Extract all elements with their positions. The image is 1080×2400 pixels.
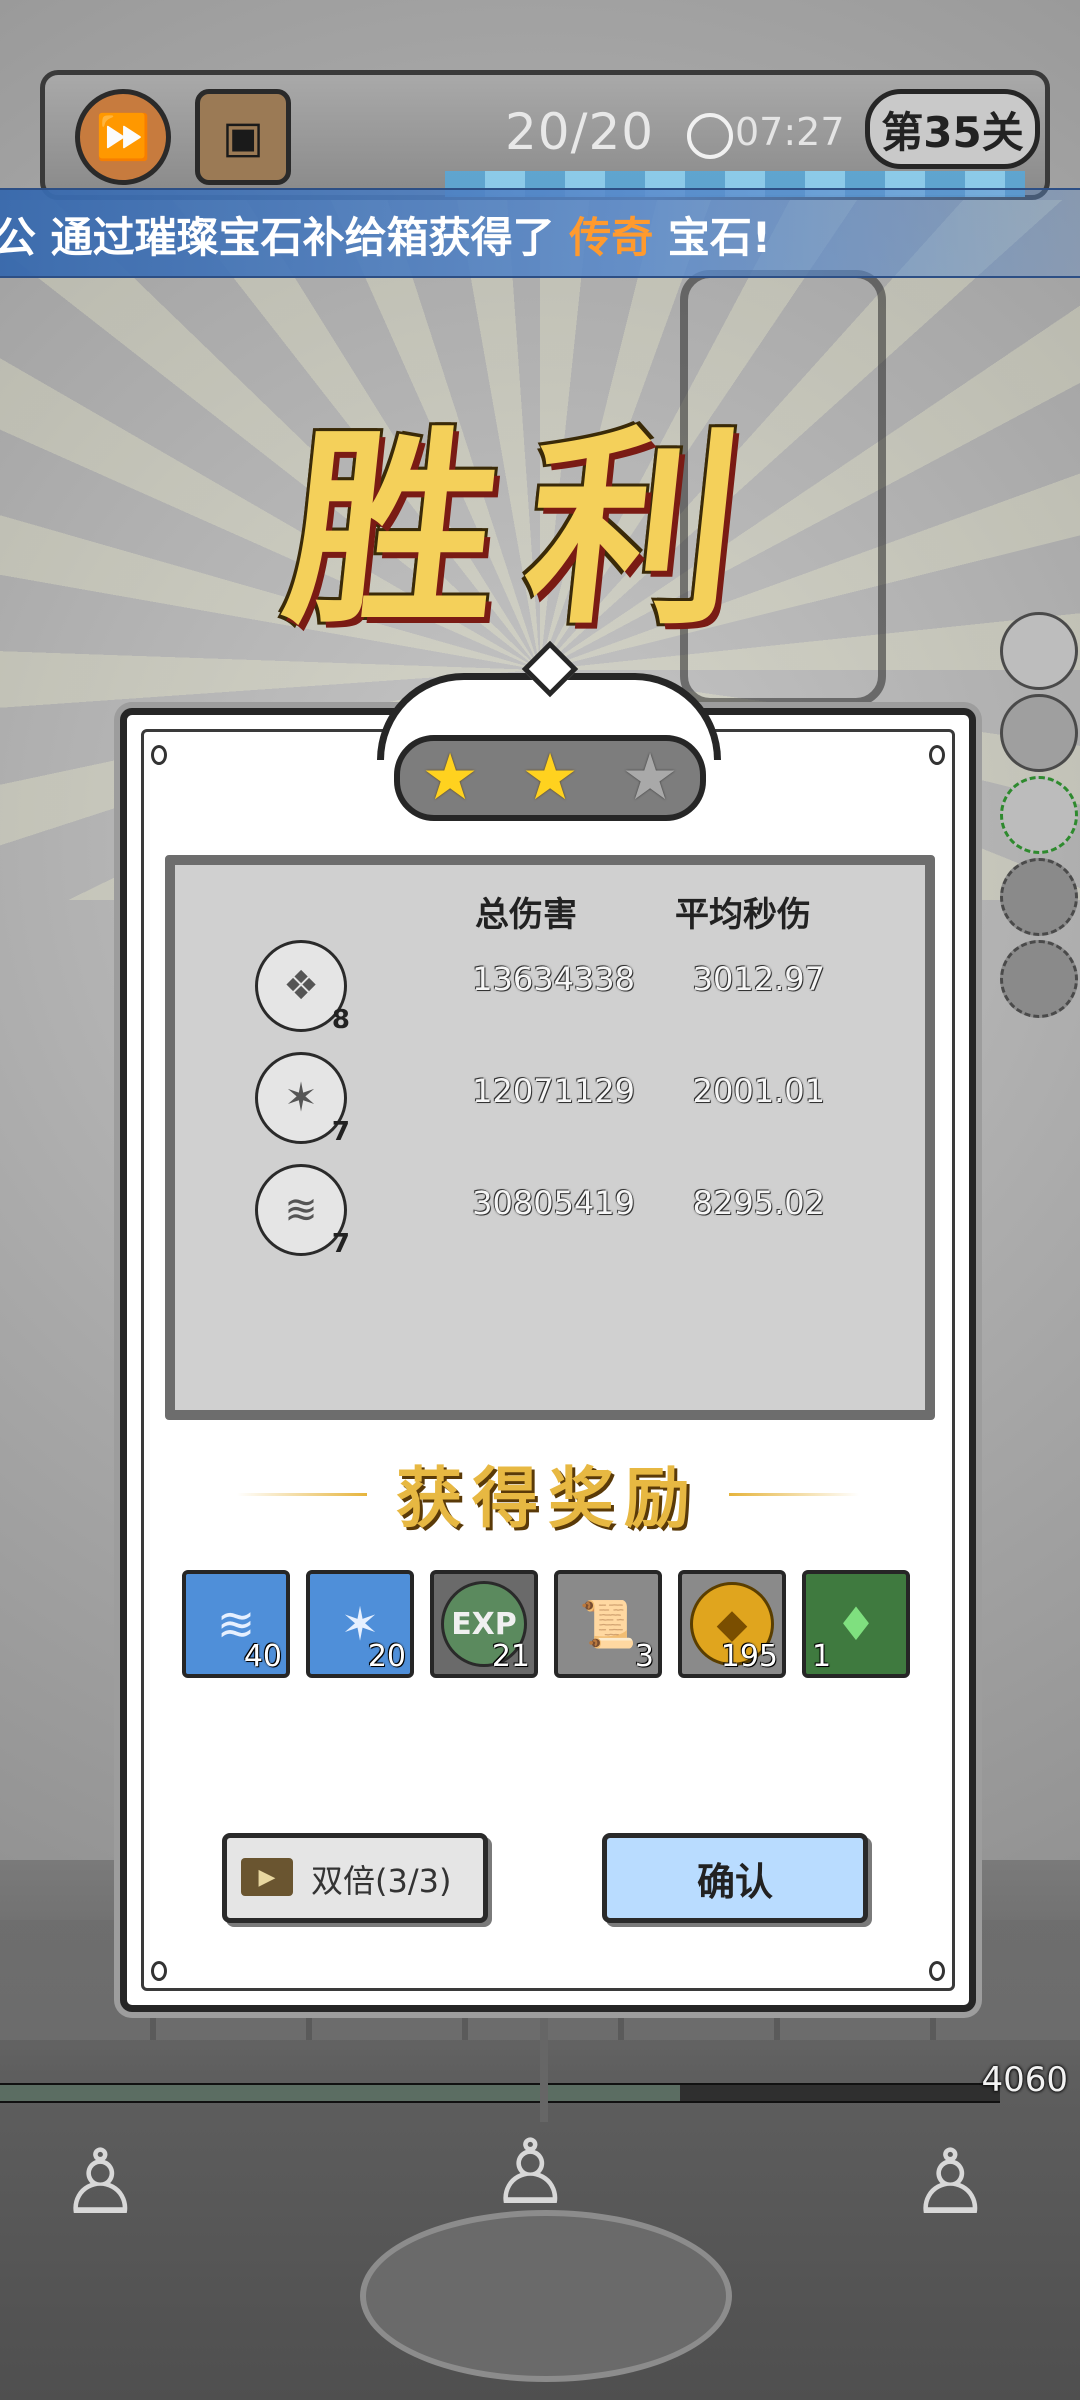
level-badge: 第35关 (865, 89, 1040, 169)
reward-item[interactable]: ◆ 195 (678, 1570, 786, 1678)
banner-suffix: 宝石! (653, 213, 772, 262)
damage-stats: 总伤害 平均秒伤 ❖ 8 13634338 3012.97 ✶ 7 12071129… (165, 855, 935, 1420)
total-damage: 13634338 (472, 960, 635, 998)
enemy-hp-fill (0, 2085, 680, 2101)
star-filled-icon: ★ (421, 741, 479, 815)
avg-dps: 8295.02 (692, 1184, 825, 1222)
column-avg-dps: 平均秒伤 (675, 895, 811, 935)
reward-item[interactable]: EXP 21 (430, 1570, 538, 1678)
double-reward-button[interactable]: ▶ 双倍(3/3) (222, 1833, 488, 1923)
banner-highlight: 传奇 (569, 213, 654, 262)
side-skill-slot-2[interactable] (1000, 694, 1078, 772)
rivet (929, 1961, 945, 1981)
tornado-icon: ≋ 7 (255, 1164, 350, 1259)
rivet (151, 1961, 167, 1981)
wizard-figure-right: ♙ (910, 2130, 991, 2235)
victory-title: 胜利 (275, 406, 782, 653)
total-damage: 30805419 (472, 1184, 635, 1222)
star-filled-icon: ★ (521, 741, 579, 815)
banner-prefix: 公 通过璀璨宝石补给箱获得了 (0, 213, 570, 262)
fast-forward-icon: ⏩ (95, 112, 151, 163)
avg-dps: 3012.97 (692, 960, 825, 998)
reward-count: 1 (812, 1639, 832, 1674)
enemy-hp-bar (0, 2083, 1000, 2103)
result-panel: ★ ★ ★ 总伤害 平均秒伤 ❖ 8 13634338 3012.97 ✶ 7 1207… (120, 640, 976, 2012)
announcement-banner: 公 通过璀璨宝石补给箱获得了 传奇 宝石! (0, 188, 1080, 278)
reward-count: 195 (720, 1639, 778, 1674)
wave-counter: 20/20 (505, 103, 655, 161)
clock-icon (687, 113, 733, 159)
well (360, 2210, 732, 2382)
stat-row: ❖ 8 13634338 3012.97 (175, 940, 925, 1040)
confirm-button[interactable]: 确认 (602, 1833, 868, 1923)
reward-count: 20 (367, 1639, 406, 1674)
total-damage: 12071129 (472, 1072, 635, 1110)
skill-level: 7 (331, 1229, 350, 1259)
reward-item[interactable]: ✶ 20 (306, 1570, 414, 1678)
star-empty-icon: ★ (621, 741, 679, 815)
chest-icon: ▣ (222, 111, 264, 163)
video-icon: ▶ (241, 1858, 293, 1896)
timer: 07:27 (735, 110, 845, 154)
scroll-icon: 📜 (579, 1596, 637, 1651)
side-skill-slot-5[interactable] (1000, 940, 1078, 1018)
green-gem-icon: ♦ (835, 1597, 877, 1651)
top-hud: ⏩ ▣ 20/20 07:27 第35关 (40, 70, 1050, 200)
banner-text: 公 通过璀璨宝石补给箱获得了 传奇 宝石! (0, 204, 771, 265)
reward-list: ≋ 40 ✶ 20 EXP 21 📜 3 ◆ 195 ♦ 1 (182, 1570, 922, 1678)
column-total-damage: 总伤害 (475, 895, 577, 935)
wizard-figure-left: ♙ (60, 2130, 141, 2235)
side-skill-slot-3[interactable] (1000, 776, 1078, 854)
star-rating: ★ ★ ★ (394, 735, 706, 821)
stat-row: ≋ 7 30805419 8295.02 (175, 1164, 925, 1264)
reward-title: 获得奖励 (396, 1459, 700, 1537)
hanging-chain (540, 2002, 548, 2122)
side-skill-slot-1[interactable] (1000, 612, 1078, 690)
rivet (151, 745, 167, 765)
skill-level: 7 (331, 1117, 350, 1147)
treasure-chest-button[interactable]: ▣ (195, 89, 291, 185)
stat-row: ✶ 7 12071129 2001.01 (175, 1052, 925, 1152)
skill-level: 8 (331, 1005, 350, 1035)
reward-count: 40 (243, 1639, 282, 1674)
crystal-burst-icon: ✶ 7 (255, 1052, 350, 1147)
side-skill-slot-4[interactable] (1000, 858, 1078, 936)
reward-count: 3 (634, 1639, 654, 1674)
reward-item[interactable]: ≋ 40 (182, 1570, 290, 1678)
reward-count: 21 (491, 1639, 530, 1674)
rivet (929, 745, 945, 765)
wizard-figure-center: ♙ (490, 2120, 571, 2225)
reward-item[interactable]: ♦ 1 (802, 1570, 910, 1678)
enemy-hp-value: 4060 (981, 2060, 1068, 2100)
avg-dps: 2001.01 (692, 1072, 825, 1110)
double-reward-label: 双倍(3/3) (311, 1862, 452, 1900)
crystal-shard-icon: ❖ 8 (255, 940, 350, 1035)
fast-forward-button[interactable]: ⏩ (75, 89, 171, 185)
reward-item[interactable]: 📜 3 (554, 1570, 662, 1678)
